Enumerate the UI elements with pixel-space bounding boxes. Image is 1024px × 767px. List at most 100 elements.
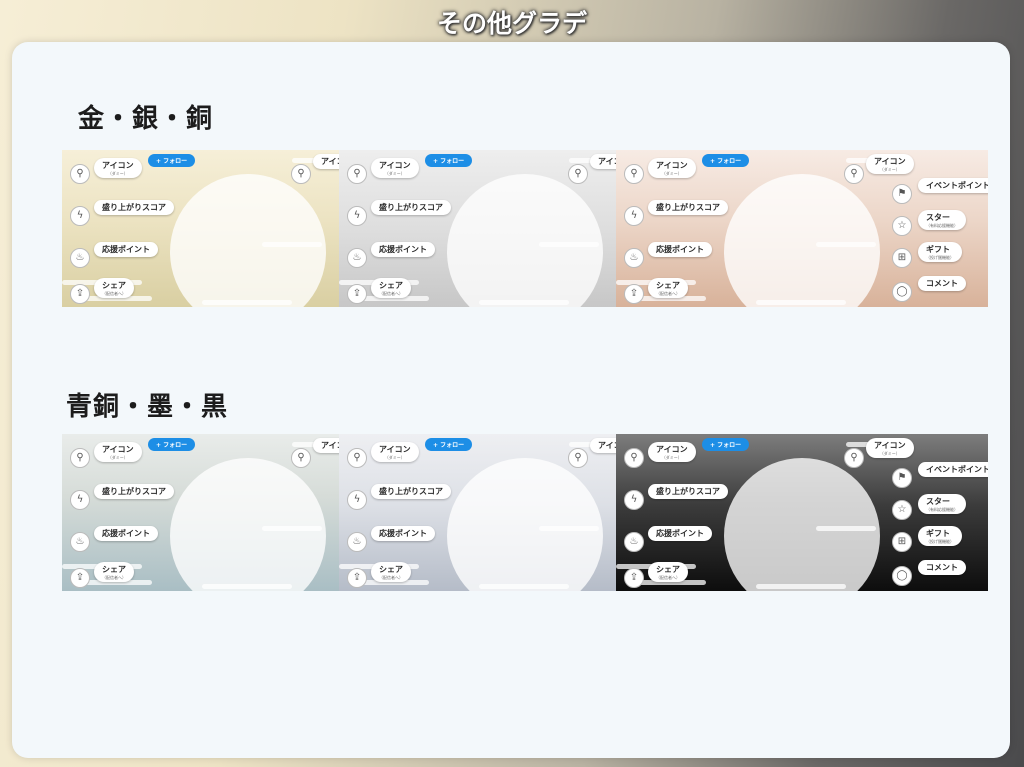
widget-pill-label: シェア （配信者へ） [371, 278, 411, 298]
fire-icon: ♨ [70, 248, 90, 268]
preview-frame: ⚲ アイコン （ダミー） ϟ 盛り上がりスコア ♨ 応援ポイント ⇪ シェア （配信者へ） + フォ… [339, 150, 616, 307]
cloud-decoration [756, 584, 846, 589]
pill-text: 応援ポイント [379, 529, 427, 538]
widget-pill-label: アイコン （ダミー） [94, 158, 142, 178]
preview-frame: ⚲ アイコン （ダミー） ϟ 盛り上がりスコア ♨ 応援ポイント ⇪ シェア （配信者へ） + フォ… [616, 150, 988, 307]
person-icon: ⚲ [624, 448, 644, 468]
section-heading-gold-silver-copper: 金・銀・銅 [78, 104, 214, 134]
pill-subtext: （有料応援機能） [926, 507, 958, 512]
cloud-decoration [756, 300, 846, 305]
comment-icon: ◯ [892, 566, 912, 586]
cloud-decoration [816, 242, 876, 247]
flag-icon: ⚑ [892, 468, 912, 488]
pill-text: アイコン [102, 161, 134, 170]
pill-text: 盛り上がりスコア [656, 203, 720, 212]
center-circle [724, 458, 880, 591]
lightning-icon: ϟ [624, 206, 644, 226]
pill-subtext: （ダミー） [384, 171, 405, 176]
follow-button[interactable]: + フォロー [148, 154, 196, 167]
cloud-decoration [479, 300, 569, 305]
widget-pill-label: 応援ポイント [94, 526, 158, 541]
pill-text: アイコン [874, 157, 906, 166]
pill-text: 盛り上がりスコア [379, 203, 443, 212]
pill-text: 盛り上がりスコア [656, 487, 720, 496]
widget-pill-label: シェア （配信者へ） [648, 278, 688, 298]
pill-text: アイコン [598, 441, 616, 450]
person-icon: ⚲ [291, 164, 311, 184]
pill-text: 盛り上がりスコア [102, 203, 166, 212]
pill-text: コメント [926, 279, 958, 288]
pill-text: 応援ポイント [102, 529, 150, 538]
widget-pill-label: アイコン （ダミー） [94, 442, 142, 462]
widget-pill-label: アイコン （ダミー） [648, 158, 696, 178]
center-circle [724, 174, 880, 307]
widget-pill-label: シェア （配信者へ） [94, 562, 134, 582]
cloud-decoration [816, 526, 876, 531]
person-icon: ⚲ [844, 448, 864, 468]
widget-pill-label: 盛り上がりスコア [94, 200, 174, 215]
pill-subtext: （配信者へ） [656, 575, 680, 580]
person-icon: ⚲ [347, 164, 367, 184]
follow-button[interactable]: + フォロー [702, 438, 750, 451]
widget-pill-label: アイコン （ダミー） [866, 154, 914, 174]
pill-text: ギフト [926, 245, 950, 254]
pill-text: アイコン [379, 161, 411, 170]
widget-pill-label: シェア （配信者へ） [371, 562, 411, 582]
pill-text: シェア [379, 565, 403, 574]
pill-text: アイコン [379, 445, 411, 454]
pill-text: シェア [102, 281, 126, 290]
cloud-decoration [479, 584, 569, 589]
widget-pill-label: 応援ポイント [648, 526, 712, 541]
widget-pill-label: シェア （配信者へ） [648, 562, 688, 582]
pill-subtext: （ダミー） [107, 455, 128, 460]
share-icon: ⇪ [70, 568, 90, 588]
pill-text: 応援ポイント [656, 245, 704, 254]
widget-pill-label: アイコン （ダミー） [371, 442, 419, 462]
person-icon: ⚲ [291, 448, 311, 468]
pill-text: シェア [102, 565, 126, 574]
lightning-icon: ϟ [347, 206, 367, 226]
follow-button[interactable]: + フォロー [702, 154, 750, 167]
pill-subtext: （ダミー） [879, 451, 900, 456]
center-circle [170, 458, 326, 591]
pill-subtext: （ダミー） [107, 171, 128, 176]
pill-subtext: （配信者へ） [102, 291, 126, 296]
fire-icon: ♨ [624, 532, 644, 552]
follow-button[interactable]: + フォロー [425, 154, 473, 167]
share-icon: ⇪ [347, 284, 367, 304]
pill-text: アイコン [102, 445, 134, 454]
lightning-icon: ϟ [70, 206, 90, 226]
widget-pill-label: 応援ポイント [94, 242, 158, 257]
cloud-decoration [202, 584, 292, 589]
person-icon: ⚲ [347, 448, 367, 468]
pill-text: 応援ポイント [379, 245, 427, 254]
widget-pill-label: アイコン （ダミー） [866, 438, 914, 458]
widget-pill-label: 盛り上がりスコア [94, 484, 174, 499]
gift-icon: ⊞ [892, 248, 912, 268]
follow-button[interactable]: + フォロー [425, 438, 473, 451]
pill-subtext: （ダミー） [879, 167, 900, 172]
widget-pill-label: イベントポイント [918, 462, 988, 477]
follow-button[interactable]: + フォロー [148, 438, 196, 451]
pill-text: シェア [656, 565, 680, 574]
widget-pill-label: アイコン （ダミー） [371, 158, 419, 178]
cloud-decoration [262, 526, 322, 531]
fire-icon: ♨ [624, 248, 644, 268]
share-icon: ⇪ [624, 284, 644, 304]
widget-pill-label: 盛り上がりスコア [371, 484, 451, 499]
widget-pill-label: コメント [918, 276, 966, 291]
gift-icon: ⊞ [892, 532, 912, 552]
share-icon: ⇪ [347, 568, 367, 588]
pill-text: アイコン [656, 161, 688, 170]
widget-pill-label: 応援ポイント [648, 242, 712, 257]
pill-text: アイコン [598, 157, 616, 166]
person-icon: ⚲ [624, 164, 644, 184]
center-circle [447, 174, 603, 307]
pill-text: イベントポイント [926, 181, 988, 190]
star-icon: ☆ [892, 500, 912, 520]
lightning-icon: ϟ [347, 490, 367, 510]
flag-icon: ⚑ [892, 184, 912, 204]
preview-frame: ⚲ アイコン （ダミー） ϟ 盛り上がりスコア ♨ 応援ポイント ⇪ シェア （配信者へ） + フォ… [62, 434, 339, 591]
share-icon: ⇪ [70, 284, 90, 304]
widget-pill-label: 盛り上がりスコア [648, 484, 728, 499]
